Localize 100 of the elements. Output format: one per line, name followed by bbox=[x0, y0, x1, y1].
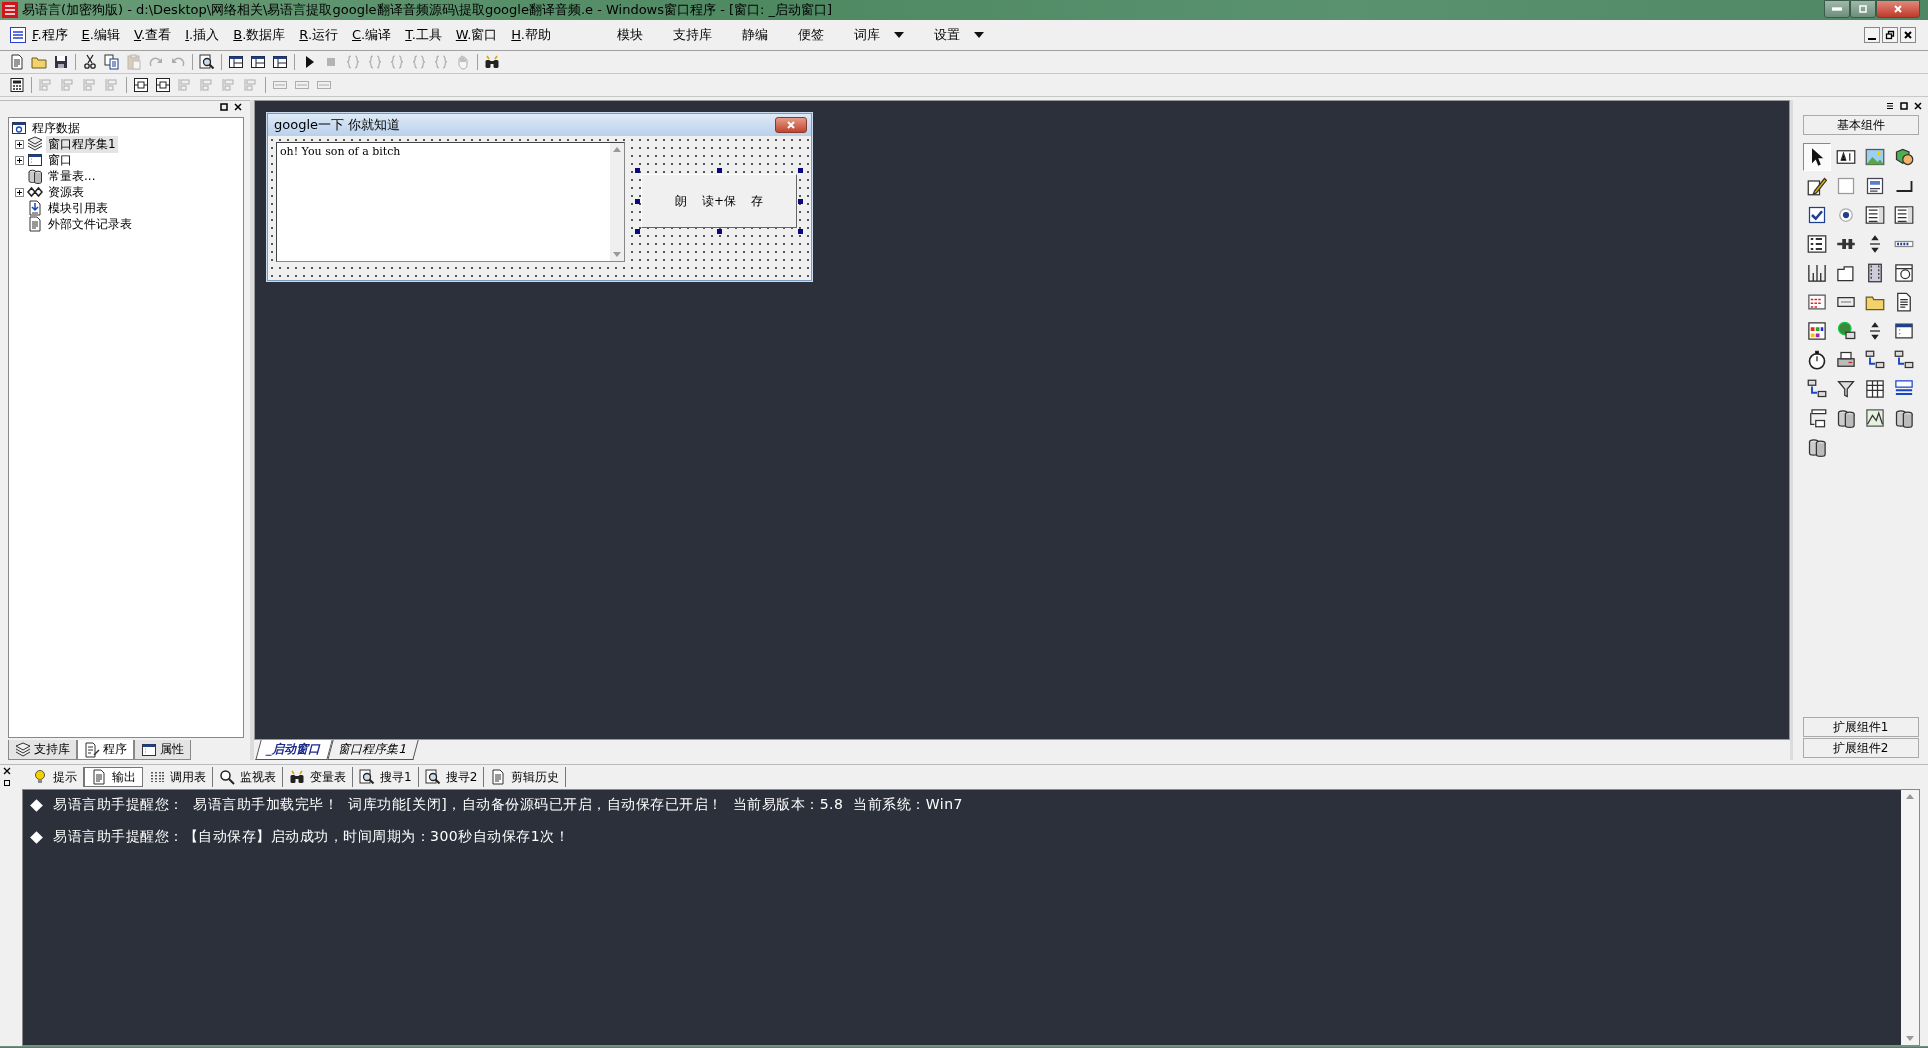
toolbox-category-button[interactable]: 基本组件 bbox=[1802, 115, 1919, 135]
tree-item[interactable]: 模块引用表 bbox=[46, 199, 110, 217]
menu-item[interactable]: T.工具 bbox=[405, 26, 442, 44]
picture-icon bbox=[1865, 147, 1885, 167]
radio-icon bbox=[1836, 205, 1856, 225]
selection-handle[interactable] bbox=[798, 229, 803, 234]
output-tab[interactable]: 监视表 bbox=[213, 767, 283, 787]
output-tab[interactable]: 变量表 bbox=[283, 767, 353, 787]
menu-item[interactable]: 便签 bbox=[798, 26, 824, 44]
menu-item[interactable]: C.编译 bbox=[352, 26, 392, 44]
tree-item[interactable]: 窗口 bbox=[46, 151, 74, 169]
search-icon bbox=[424, 769, 441, 785]
close-button[interactable] bbox=[232, 101, 244, 113]
tree-item[interactable]: 窗口程序集1 bbox=[46, 135, 118, 153]
menu-item[interactable]: 支持库 bbox=[673, 26, 712, 44]
up-arrow-icon[interactable] bbox=[1906, 794, 1914, 799]
expand-icon[interactable] bbox=[15, 155, 24, 165]
output-tab[interactable]: 调用表 bbox=[143, 767, 213, 787]
selection-handle[interactable] bbox=[798, 168, 803, 173]
chain-icon bbox=[27, 184, 43, 200]
menu-item[interactable]: E.编辑 bbox=[81, 26, 120, 44]
listbox-icon bbox=[1865, 205, 1885, 225]
selection-handle[interactable] bbox=[716, 168, 722, 173]
output-tab[interactable]: 输出 bbox=[84, 767, 143, 787]
center-icon bbox=[155, 77, 171, 93]
menu-icon bbox=[1886, 102, 1894, 110]
toolbox-category-button[interactable]: 扩展组件2 bbox=[1802, 738, 1919, 758]
close-icon bbox=[1893, 4, 1903, 14]
printer-icon bbox=[1836, 350, 1856, 370]
output-tab[interactable]: 剪辑历史 bbox=[484, 767, 567, 787]
scrollbar[interactable] bbox=[1901, 790, 1919, 1045]
form-button[interactable]: 朗 读+保 存 bbox=[641, 174, 797, 228]
align-icon bbox=[104, 77, 120, 93]
down-arrow-icon[interactable] bbox=[1906, 1036, 1914, 1041]
maximize-button[interactable] bbox=[1850, 0, 1876, 18]
binoculars-icon bbox=[484, 54, 500, 70]
minimize-button[interactable] bbox=[1824, 0, 1850, 18]
form-title: google一下 你就知道 bbox=[274, 116, 401, 134]
scissors-icon bbox=[82, 54, 98, 70]
selection-handle[interactable] bbox=[635, 198, 640, 204]
align-icon bbox=[60, 77, 76, 93]
computers-transfer-icon bbox=[1894, 350, 1914, 370]
tree-item[interactable]: 常量表... bbox=[46, 167, 98, 185]
restore-button[interactable] bbox=[218, 101, 230, 113]
database-icon bbox=[27, 168, 43, 184]
menu-item[interactable]: F.程序 bbox=[32, 26, 68, 44]
layout-icon bbox=[272, 54, 288, 70]
toolbox-item[interactable] bbox=[1803, 143, 1831, 171]
panel-tab[interactable]: 属性 bbox=[134, 740, 191, 760]
menu-item[interactable]: 模块 bbox=[617, 26, 643, 44]
close-button[interactable] bbox=[1912, 100, 1924, 112]
expand-icon[interactable] bbox=[15, 139, 24, 149]
close-button[interactable] bbox=[1900, 27, 1916, 43]
restore-button[interactable] bbox=[1898, 100, 1910, 112]
document-icon bbox=[91, 769, 107, 785]
align-icon bbox=[177, 77, 193, 93]
toolbox-category-button[interactable]: 扩展组件1 bbox=[1802, 717, 1919, 737]
close-button[interactable] bbox=[775, 117, 807, 133]
shapes-icon bbox=[1894, 147, 1914, 167]
center-icon bbox=[133, 77, 149, 93]
listbox-icon bbox=[1894, 205, 1914, 225]
selection-handle[interactable] bbox=[635, 229, 640, 234]
selection-handle[interactable] bbox=[798, 198, 803, 204]
selection-handle[interactable] bbox=[716, 229, 722, 234]
output-tab[interactable]: 搜寻1 bbox=[353, 767, 419, 787]
close-icon[interactable] bbox=[3, 767, 11, 775]
tree-item[interactable]: 资源表 bbox=[46, 183, 86, 201]
menu-item[interactable]: R.运行 bbox=[299, 26, 338, 44]
calendar-icon bbox=[1807, 292, 1827, 312]
restore-icon bbox=[220, 103, 228, 111]
menu-item[interactable]: V.查看 bbox=[133, 26, 172, 44]
text-box[interactable]: oh! You son of a bitch bbox=[276, 142, 625, 262]
menu-item[interactable]: W.窗口 bbox=[455, 26, 498, 44]
database-icon bbox=[1894, 408, 1914, 428]
menu-item[interactable]: I.插入 bbox=[185, 26, 220, 44]
selection-handle[interactable] bbox=[635, 168, 640, 173]
menu-item[interactable]: 设置 bbox=[934, 26, 984, 44]
panel-tab[interactable]: 支持库 bbox=[8, 740, 77, 760]
computers-transfer-icon bbox=[1865, 350, 1885, 370]
close-icon bbox=[786, 120, 796, 130]
menu-item[interactable]: H.帮助 bbox=[511, 26, 551, 44]
restore-icon[interactable] bbox=[3, 779, 11, 787]
output-tab[interactable]: 搜寻2 bbox=[418, 767, 485, 787]
restore-button[interactable] bbox=[1882, 27, 1898, 43]
menu-item[interactable]: 词库 bbox=[854, 26, 904, 44]
document-tab[interactable]: _启动窗口 bbox=[255, 740, 333, 760]
restore-icon bbox=[1885, 30, 1895, 40]
tree-item[interactable]: 外部文件记录表 bbox=[46, 215, 134, 233]
minimize-button[interactable] bbox=[1864, 27, 1880, 43]
menu-item[interactable]: B.数据库 bbox=[233, 26, 286, 44]
layout-icon bbox=[228, 54, 244, 70]
computers-transfer-icon bbox=[1807, 379, 1827, 399]
minimize-icon bbox=[1868, 37, 1876, 40]
document-tab[interactable]: 窗口程序集1 bbox=[327, 740, 419, 760]
expand-icon[interactable] bbox=[15, 187, 24, 197]
tree-item[interactable]: 程序数据 bbox=[30, 119, 82, 137]
close-button[interactable] bbox=[1876, 0, 1920, 18]
window-icon bbox=[27, 152, 43, 168]
menu-item[interactable]: 静编 bbox=[742, 26, 768, 44]
panel-tab[interactable]: 程序 bbox=[77, 740, 134, 760]
